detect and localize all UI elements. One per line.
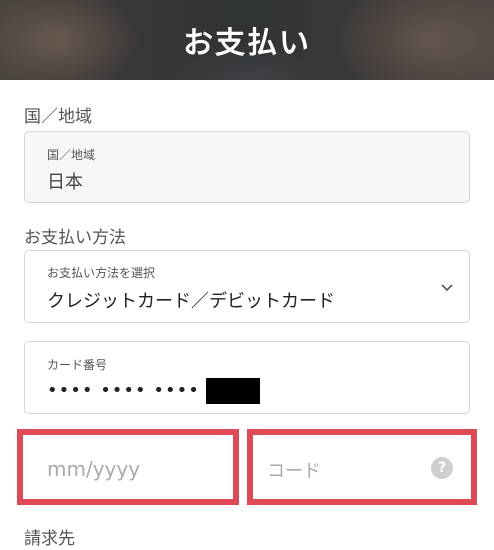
card-number-masked: •••• •••• ••••	[47, 380, 200, 401]
security-code-input[interactable]: コード ?	[247, 429, 477, 505]
country-field: 国／地域 日本	[24, 131, 470, 203]
page-title: お支払い	[183, 26, 311, 61]
billing-section-label: 請求先	[24, 529, 75, 549]
payment-method-select[interactable]: お支払い方法を選択 クレジットカード／デビットカード	[24, 250, 470, 323]
security-code-placeholder: コード	[267, 461, 321, 482]
payment-method-selected-value: クレジットカード／デビットカード	[47, 291, 335, 312]
card-number-redaction	[205, 378, 260, 404]
country-field-label: 国／地域	[47, 148, 96, 162]
country-field-value: 日本	[47, 172, 83, 193]
help-icon[interactable]: ?	[431, 457, 453, 479]
expiry-placeholder: mm/yyyy	[47, 457, 141, 481]
card-number-label: カード番号	[47, 358, 108, 372]
payment-method-section-label: お支払い方法	[24, 228, 126, 248]
card-number-value: •••• •••• ••••	[47, 378, 260, 404]
header: お支払い	[0, 0, 494, 80]
payment-method-select-label: お支払い方法を選択	[47, 266, 156, 280]
country-section-label: 国／地域	[24, 107, 92, 127]
chevron-down-icon	[441, 284, 453, 292]
card-number-field[interactable]: カード番号 •••• •••• ••••	[24, 341, 470, 414]
expiry-date-input[interactable]: mm/yyyy	[17, 429, 239, 505]
